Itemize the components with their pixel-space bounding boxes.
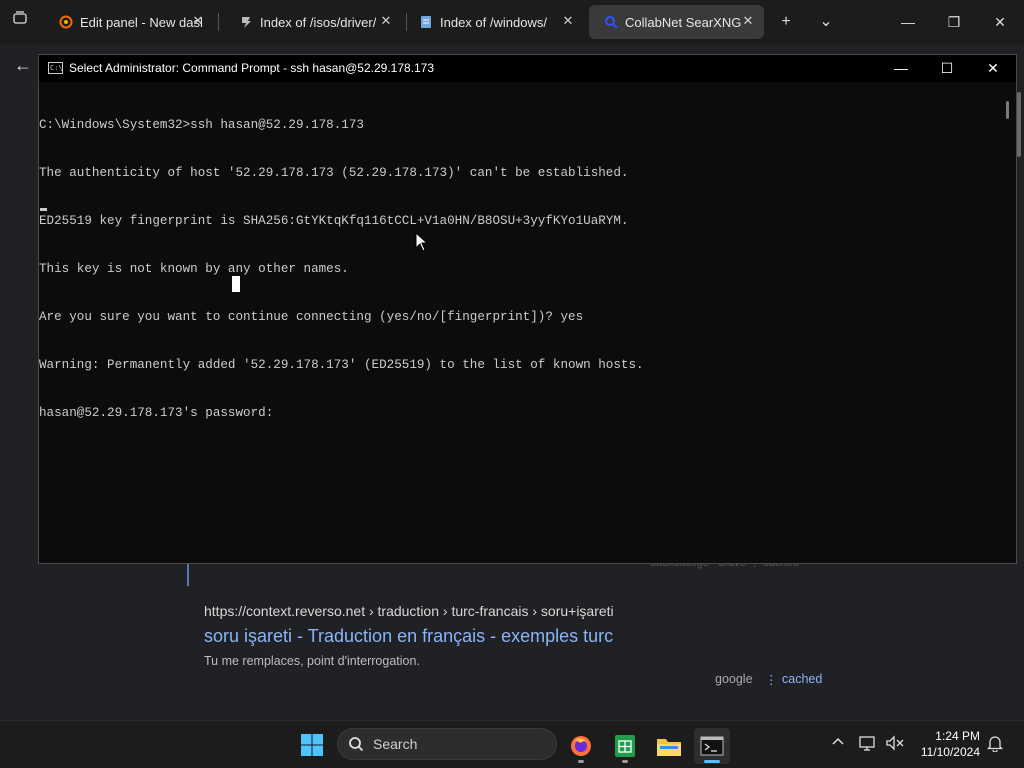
result-separator: ⋮ xyxy=(765,673,778,687)
close-icon[interactable]: ✕ xyxy=(378,13,394,29)
cmd-scrollbar-thumb[interactable] xyxy=(1006,101,1009,119)
close-icon[interactable]: ✕ xyxy=(560,13,576,29)
volume-muted-icon[interactable] xyxy=(885,734,907,754)
minimize-button[interactable]: — xyxy=(888,8,928,36)
windows-logo-icon xyxy=(301,734,323,756)
result-engine: google xyxy=(715,672,753,686)
cmd-title: Select Administrator: Command Prompt - s… xyxy=(69,61,435,75)
taskbar-firefox[interactable] xyxy=(563,728,599,764)
grafana-icon xyxy=(58,14,74,30)
tab-isos-driver[interactable]: Index of /isos/driver/ ✕ xyxy=(224,5,402,39)
clock-date[interactable]: 11/10/2024 xyxy=(910,745,980,759)
notification-bell-icon[interactable] xyxy=(986,734,1006,754)
cmd-close-button[interactable]: ✕ xyxy=(970,55,1016,82)
tab-divider xyxy=(218,13,219,31)
result-title-link[interactable]: soru işareti - Traduction en français - … xyxy=(204,626,613,647)
cmd-minimize-button[interactable]: — xyxy=(878,55,924,82)
console-line: ED25519 key fingerprint is SHA256:GtYKtq… xyxy=(39,214,629,228)
search-icon xyxy=(348,736,364,752)
result-marker xyxy=(187,564,189,586)
folder-stack-icon xyxy=(238,14,254,30)
tab-actions-icon[interactable] xyxy=(8,10,32,34)
tab-list-button[interactable]: ⌄ xyxy=(814,10,838,34)
console-output[interactable]: C:\Windows\System32>ssh hasan@52.29.178.… xyxy=(39,85,1004,561)
taskbar-search-box[interactable] xyxy=(337,728,557,760)
command-prompt-window[interactable]: C:\ Select Administrator: Command Prompt… xyxy=(38,54,1017,564)
spreadsheet-icon xyxy=(615,735,635,757)
close-window-button[interactable]: ✕ xyxy=(980,8,1020,36)
tab-windows-index[interactable]: Index of /windows/ ✕ xyxy=(404,5,584,39)
result-description: Tu me remplaces, point d'interrogation. xyxy=(204,654,420,668)
tab-label: Index of /windows/ xyxy=(440,14,547,30)
running-indicator xyxy=(578,760,584,763)
page-scrollbar[interactable] xyxy=(1017,92,1021,157)
cmd-titlebar[interactable]: C:\ Select Administrator: Command Prompt… xyxy=(39,55,1016,82)
cmd-maximize-button[interactable]: ☐ xyxy=(924,55,970,82)
tab-label: CollabNet SearXNG xyxy=(625,14,742,30)
close-icon[interactable]: ✕ xyxy=(740,13,756,29)
cmd-icon: C:\ xyxy=(48,62,63,74)
searxng-icon xyxy=(603,14,619,30)
console-line: Are you sure you want to continue connec… xyxy=(39,310,584,324)
console-cursor xyxy=(40,208,47,211)
tab-label: Index of /isos/driver/ xyxy=(260,14,377,30)
result-url[interactable]: https://context.reverso.net › traduction… xyxy=(204,603,614,619)
taskbar-file-explorer[interactable] xyxy=(651,728,687,764)
taskbar-spreadsheet[interactable] xyxy=(607,728,643,764)
console-line: The authenticity of host '52.29.178.173 … xyxy=(39,166,629,180)
back-button[interactable]: ← xyxy=(10,54,36,76)
cached-link[interactable]: cached xyxy=(782,672,822,686)
cmd-scrollbar[interactable] xyxy=(1001,99,1016,561)
text-cursor-block xyxy=(232,276,240,292)
console-line: hasan@52.29.178.173's password: xyxy=(39,406,274,420)
file-explorer-icon xyxy=(657,739,681,756)
tray-overflow-chevron-icon[interactable] xyxy=(828,734,848,754)
new-tab-button[interactable]: + xyxy=(774,10,798,34)
active-indicator xyxy=(704,760,720,763)
restore-button[interactable]: ❐ xyxy=(934,8,974,36)
console-line: Warning: Permanently added '52.29.178.17… xyxy=(39,358,644,372)
console-line: This key is not known by any other names… xyxy=(39,262,349,276)
mouse-pointer-icon xyxy=(415,231,429,252)
terminal-icon xyxy=(700,736,724,756)
browser-tab-strip: Edit panel - New dashb ✕ Index of /isos/… xyxy=(0,0,1024,44)
tab-searxng[interactable]: CollabNet SearXNG ✕ xyxy=(589,5,764,39)
close-icon[interactable]: ✕ xyxy=(190,13,206,29)
tab-grafana[interactable]: Edit panel - New dashb ✕ xyxy=(44,5,214,39)
running-indicator xyxy=(622,760,628,763)
search-label: Search xyxy=(373,736,418,752)
taskbar-terminal[interactable] xyxy=(694,728,730,764)
network-icon[interactable] xyxy=(858,734,880,754)
firefox-icon xyxy=(571,736,591,756)
start-button[interactable] xyxy=(300,733,324,757)
console-line: C:\Windows\System32>ssh hasan@52.29.178.… xyxy=(39,118,364,132)
document-icon xyxy=(418,14,434,30)
tab-label: Edit panel - New dashb xyxy=(80,14,202,30)
clock-time[interactable]: 1:24 PM xyxy=(920,729,980,743)
